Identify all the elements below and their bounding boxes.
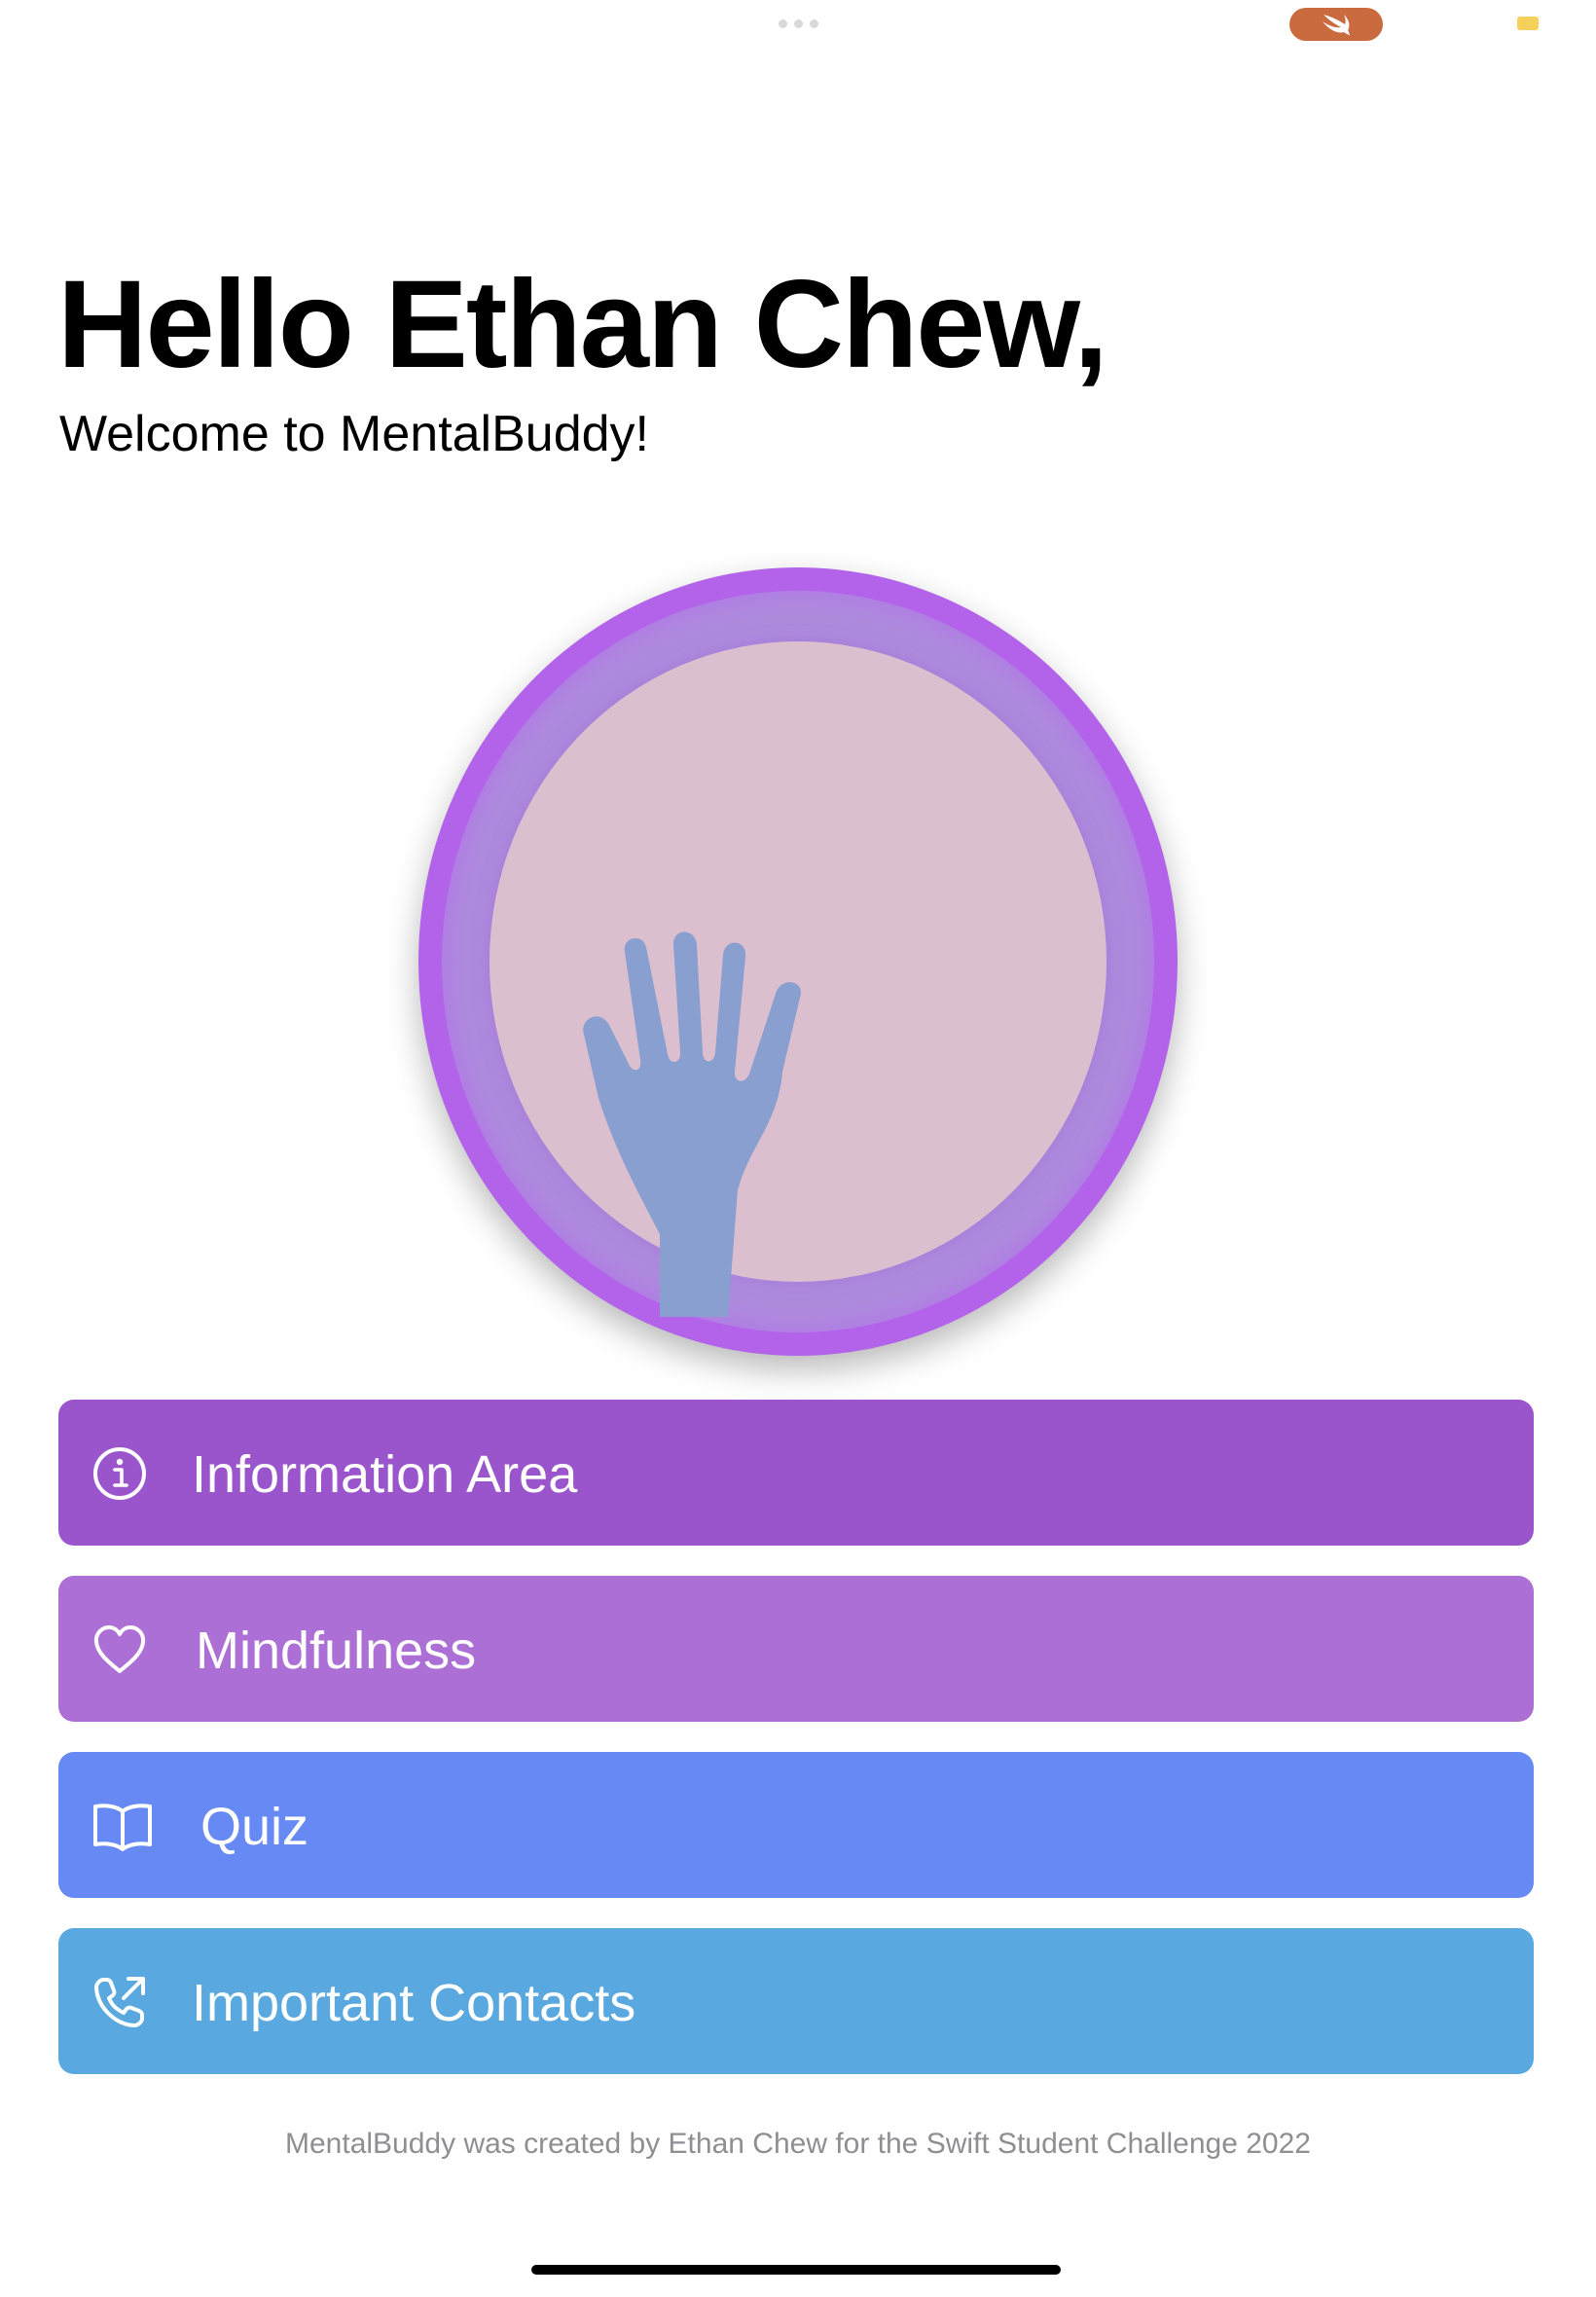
information-area-button[interactable]: Information Area (58, 1400, 1534, 1546)
app-logo (418, 567, 1178, 1356)
swift-icon (1323, 15, 1350, 35)
home-indicator[interactable] (531, 2265, 1061, 2275)
quiz-button[interactable]: Quiz (58, 1752, 1534, 1898)
welcome-subtitle: Welcome to MentalBuddy! (59, 406, 649, 462)
info-circle-icon (93, 1447, 146, 1500)
important-contacts-label: Important Contacts (192, 1974, 636, 2032)
information-area-label: Information Area (192, 1445, 578, 1504)
heart-icon (93, 1625, 146, 1673)
dot (810, 19, 818, 28)
phone-outgoing-icon (94, 1977, 145, 2027)
greeting-title: Hello Ethan Chew, (57, 255, 1108, 394)
important-contacts-button[interactable]: Important Contacts (58, 1928, 1534, 2074)
swift-playgrounds-indicator[interactable] (1289, 8, 1383, 41)
mindfulness-label: Mindfulness (196, 1622, 477, 1680)
book-icon (93, 1804, 152, 1851)
quiz-label: Quiz (200, 1798, 309, 1856)
multitasking-dots[interactable] (779, 19, 818, 28)
footer-credit: MentalBuddy was created by Ethan Chew fo… (285, 2128, 1311, 2160)
mindfulness-button[interactable]: Mindfulness (58, 1576, 1534, 1722)
dot (779, 19, 787, 28)
status-indicator-dot (1517, 17, 1539, 30)
helping-hands-icon (583, 931, 801, 1317)
dot (794, 19, 803, 28)
